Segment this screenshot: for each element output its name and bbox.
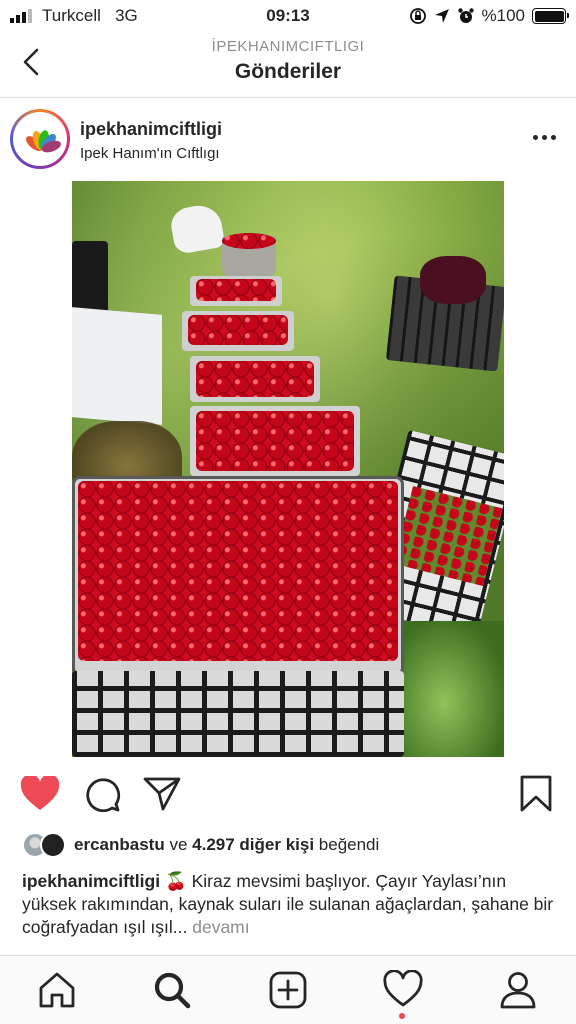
activity-notification-dot xyxy=(399,1013,405,1019)
first-liker[interactable]: ercanbastu xyxy=(74,835,165,854)
battery-icon xyxy=(532,8,569,24)
status-bar: Turkcell 3G 09:13 %100 xyxy=(0,0,576,32)
bookmark-icon[interactable] xyxy=(518,775,554,813)
home-icon[interactable] xyxy=(37,970,77,1010)
more-link[interactable]: devamı xyxy=(192,917,249,937)
likes-text: ercanbastu ve 4.297 diğer kişi beğendi xyxy=(74,835,380,854)
post-photo[interactable] xyxy=(72,181,504,757)
add-post-icon[interactable] xyxy=(268,970,308,1010)
avatar[interactable] xyxy=(10,109,70,169)
account-name: İPEKHANIMCIFTLIGI xyxy=(211,38,365,55)
status-right: %100 xyxy=(409,5,569,27)
page-title: Gönderiler xyxy=(234,60,342,83)
post-actions xyxy=(0,760,576,826)
location-arrow-icon xyxy=(434,9,449,23)
liker-avatar xyxy=(40,832,66,858)
nav-header: İPEKHANIMCIFTLIGI Gönderiler xyxy=(0,32,576,98)
bottom-tab-bar xyxy=(0,955,576,1024)
post-username[interactable]: ipekhanimciftligi xyxy=(80,119,222,140)
more-options-icon[interactable] xyxy=(533,135,556,140)
share-icon[interactable] xyxy=(143,776,181,812)
likes-count[interactable]: 4.297 diğer kişi xyxy=(192,835,314,854)
activity-heart-icon[interactable] xyxy=(383,970,423,1010)
profile-icon[interactable] xyxy=(498,970,538,1010)
battery-percent: %100 xyxy=(481,6,525,25)
cherry-emoji: 🍒 xyxy=(164,871,187,891)
comment-icon[interactable] xyxy=(83,776,121,812)
screen-rotation-lock-icon xyxy=(409,8,426,24)
search-icon[interactable] xyxy=(152,970,192,1010)
heart-filled-icon[interactable] xyxy=(20,776,60,812)
post-caption: ipekhanimciftligi 🍒 Kiraz mevsimi başlıy… xyxy=(22,870,556,939)
caption-username[interactable]: ipekhanimciftligi xyxy=(22,871,160,891)
likes-row[interactable]: ercanbastu ve 4.297 diğer kişi beğendi xyxy=(22,830,379,860)
alarm-icon xyxy=(457,8,474,23)
post-location[interactable]: Ipek Hanım'ın Cıftlıgı xyxy=(80,145,220,162)
post-header: ipekhanimciftligi Ipek Hanım'ın Cıftlıgı xyxy=(0,99,576,181)
